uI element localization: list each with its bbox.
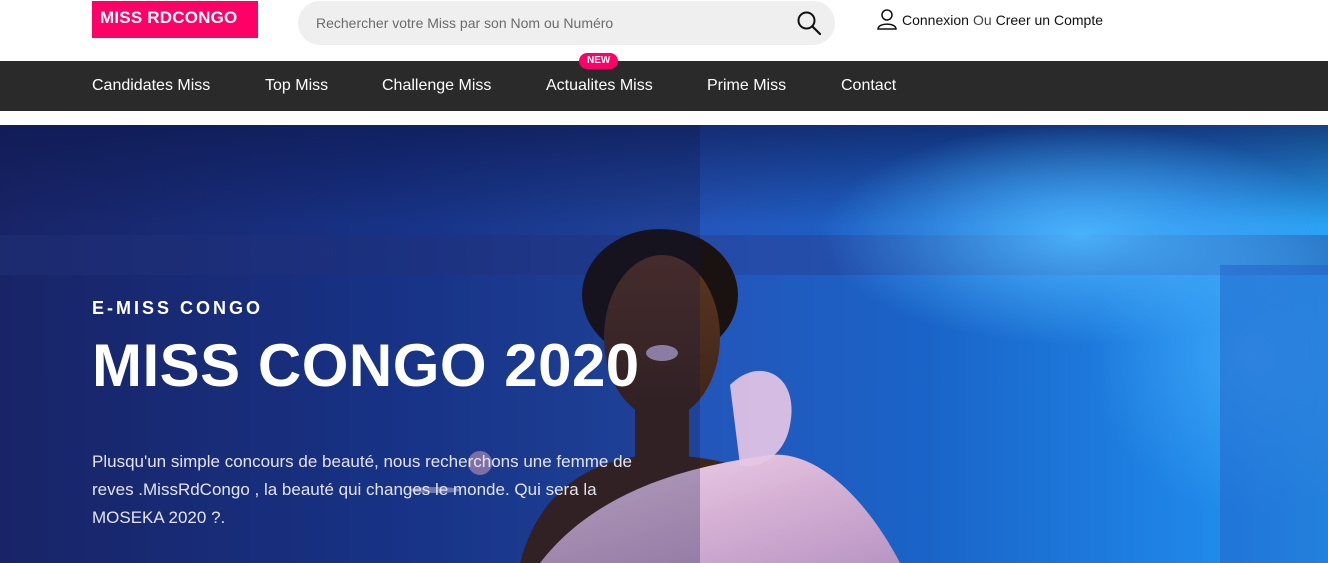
nav-item-candidates[interactable]: Candidates Miss [92, 61, 210, 111]
nav-item-top-miss[interactable]: Top Miss [265, 61, 328, 111]
nav-item-prime[interactable]: Prime Miss [707, 61, 786, 111]
site-header: MISS RDCONGO Connexion Ou Creer un Compt… [0, 0, 1328, 61]
nav-item-label: Contact [841, 77, 897, 94]
hero-eyebrow: E-MISS CONGO [92, 298, 264, 318]
nav-item-label: Top Miss [265, 77, 329, 94]
account-links: Connexion Ou Creer un Compte [876, 6, 1103, 34]
nav-item-contact[interactable]: Contact [841, 61, 896, 111]
new-badge: NEW [579, 53, 619, 69]
search-icon[interactable] [795, 9, 823, 37]
register-link[interactable]: Creer un Compte [996, 12, 1103, 28]
search-input[interactable] [316, 1, 786, 45]
user-icon[interactable] [876, 8, 898, 33]
nav-item-label: Prime Miss [707, 77, 787, 94]
login-link[interactable]: Connexion [902, 12, 969, 28]
nav-item-label: Actualites Miss [546, 77, 653, 94]
nav-item-actualites[interactable]: Actualites Miss NEW [546, 53, 653, 111]
account-separator: Ou [972, 12, 992, 28]
hero-title: MISS CONGO 2020 [92, 332, 640, 399]
site-logo[interactable]: MISS RDCONGO [92, 1, 258, 38]
hero-banner: E-MISS CONGO MISS CONGO 2020 Plusqu'un s… [0, 125, 1328, 563]
nav-item-challenge[interactable]: Challenge Miss [382, 61, 491, 111]
main-nav: Candidates Miss Top Miss Challenge Miss … [0, 53, 1328, 111]
search-bar [298, 1, 835, 45]
nav-item-label: Challenge Miss [382, 77, 492, 94]
nav-item-label: Candidates Miss [92, 77, 211, 94]
hero-description: Plusqu'un simple concours de beauté, nou… [92, 452, 633, 527]
